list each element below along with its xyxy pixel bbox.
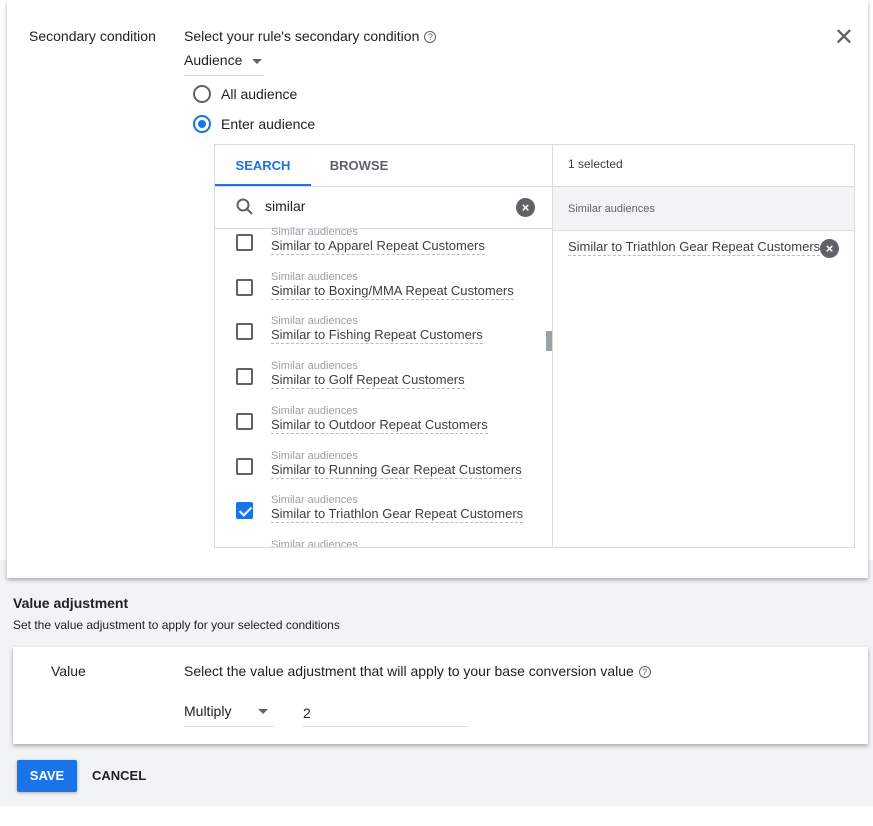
item-category: Similar audiences bbox=[271, 538, 358, 547]
selected-panel: 1 selected Similar audiences Similar to … bbox=[553, 145, 854, 547]
search-input[interactable] bbox=[265, 198, 505, 214]
value-card: Value Select the value adjustment that w… bbox=[13, 647, 868, 744]
item-category: Similar audiences bbox=[271, 315, 358, 328]
results-list: Similar audiences Similar to Apparel Rep… bbox=[215, 226, 552, 547]
search-icon bbox=[236, 198, 253, 215]
list-item[interactable]: Similar audiences Similar to Running Gea… bbox=[215, 450, 545, 495]
help-icon[interactable]: ? bbox=[424, 31, 437, 43]
item-category: Similar audiences bbox=[271, 494, 358, 507]
value-amount-input[interactable] bbox=[303, 700, 468, 727]
checkbox[interactable] bbox=[236, 502, 253, 520]
search-row: × bbox=[215, 186, 552, 229]
item-category: Similar audiences bbox=[271, 360, 358, 373]
selected-count: 1 selected bbox=[568, 157, 623, 171]
checkbox[interactable] bbox=[236, 368, 253, 386]
item-name: Similar to Outdoor Repeat Customers bbox=[271, 416, 488, 434]
audience-picker: SEARCH BROWSE × Similar audiences Simila… bbox=[214, 144, 855, 548]
group-label: Similar audiences bbox=[568, 203, 655, 215]
radio-label: All audience bbox=[221, 86, 298, 102]
prompt-text: Select your rule's secondary condition bbox=[184, 28, 420, 44]
item-name: Similar to Boxing/MMA Repeat Customers bbox=[271, 282, 514, 300]
selected-item: Similar to Triathlon Gear Repeat Custome… bbox=[568, 239, 821, 256]
radio-enter-audience[interactable] bbox=[193, 115, 211, 133]
radio-all-audience[interactable] bbox=[193, 85, 211, 103]
tab-search[interactable]: SEARCH bbox=[215, 145, 311, 186]
checkbox[interactable] bbox=[236, 412, 253, 430]
scrollbar-thumb[interactable] bbox=[546, 331, 552, 351]
help-icon[interactable]: ? bbox=[638, 666, 651, 678]
list-item[interactable]: Similar audiences Similar to Apparel Rep… bbox=[215, 226, 545, 271]
dropdown-value: Audience bbox=[184, 52, 243, 68]
search-panel: SEARCH BROWSE × Similar audiences Simila… bbox=[215, 145, 553, 547]
item-category: Similar audiences bbox=[271, 449, 358, 462]
secondary-condition-card: Secondary condition Select your rule's s… bbox=[7, 0, 868, 578]
selected-group-header: Similar audiences bbox=[553, 186, 854, 231]
list-item[interactable]: Similar audiences Similar to Boxing/MMA … bbox=[215, 271, 545, 316]
checkbox[interactable] bbox=[236, 278, 253, 296]
checkbox[interactable] bbox=[236, 234, 253, 251]
value-label: Value bbox=[51, 663, 86, 679]
item-category: Similar audiences bbox=[271, 404, 358, 417]
save-button[interactable]: SAVE bbox=[17, 760, 77, 792]
item-name: Similar to Running Gear Repeat Customers bbox=[271, 461, 522, 479]
clear-search-icon[interactable]: × bbox=[516, 198, 535, 217]
item-name: Similar to Golf Repeat Customers bbox=[271, 372, 465, 390]
condition-type-dropdown[interactable]: Audience bbox=[184, 52, 264, 76]
caret-down-icon bbox=[258, 709, 268, 714]
cancel-button[interactable]: CANCEL bbox=[92, 760, 146, 792]
checkbox[interactable] bbox=[236, 323, 253, 341]
radio-label: Enter audience bbox=[221, 116, 316, 132]
secondary-condition-label: Secondary condition bbox=[29, 28, 156, 44]
prompt-text: Select the value adjustment that will ap… bbox=[184, 663, 634, 679]
operation-dropdown[interactable]: Multiply bbox=[184, 703, 274, 727]
list-item[interactable]: Similar audiences bbox=[215, 539, 545, 547]
item-name: Similar to Apparel Repeat Customers bbox=[271, 238, 485, 255]
list-item[interactable]: Similar audiences Similar to Triathlon G… bbox=[215, 494, 545, 539]
list-item[interactable]: Similar audiences Similar to Outdoor Rep… bbox=[215, 405, 545, 450]
dropdown-value: Multiply bbox=[184, 703, 232, 719]
item-name: Similar to Triathlon Gear Repeat Custome… bbox=[271, 506, 524, 524]
close-icon[interactable]: ✕ bbox=[834, 26, 854, 50]
item-category: Similar audiences bbox=[271, 270, 358, 283]
value-adjustment-subtitle: Set the value adjustment to apply for yo… bbox=[13, 618, 340, 632]
item-category: Similar audiences bbox=[271, 226, 358, 238]
remove-selected-icon[interactable]: × bbox=[820, 239, 839, 258]
tab-browse[interactable]: BROWSE bbox=[311, 145, 407, 186]
secondary-condition-prompt: Select your rule's secondary condition? bbox=[184, 28, 437, 44]
list-item[interactable]: Similar audiences Similar to Golf Repeat… bbox=[215, 360, 545, 405]
caret-down-icon bbox=[252, 58, 263, 64]
value-prompt: Select the value adjustment that will ap… bbox=[184, 663, 651, 679]
list-item[interactable]: Similar audiences Similar to Fishing Rep… bbox=[215, 315, 545, 360]
item-name: Similar to Fishing Repeat Customers bbox=[271, 327, 483, 345]
value-adjustment-title: Value adjustment bbox=[13, 595, 129, 611]
checkbox[interactable] bbox=[236, 457, 253, 475]
